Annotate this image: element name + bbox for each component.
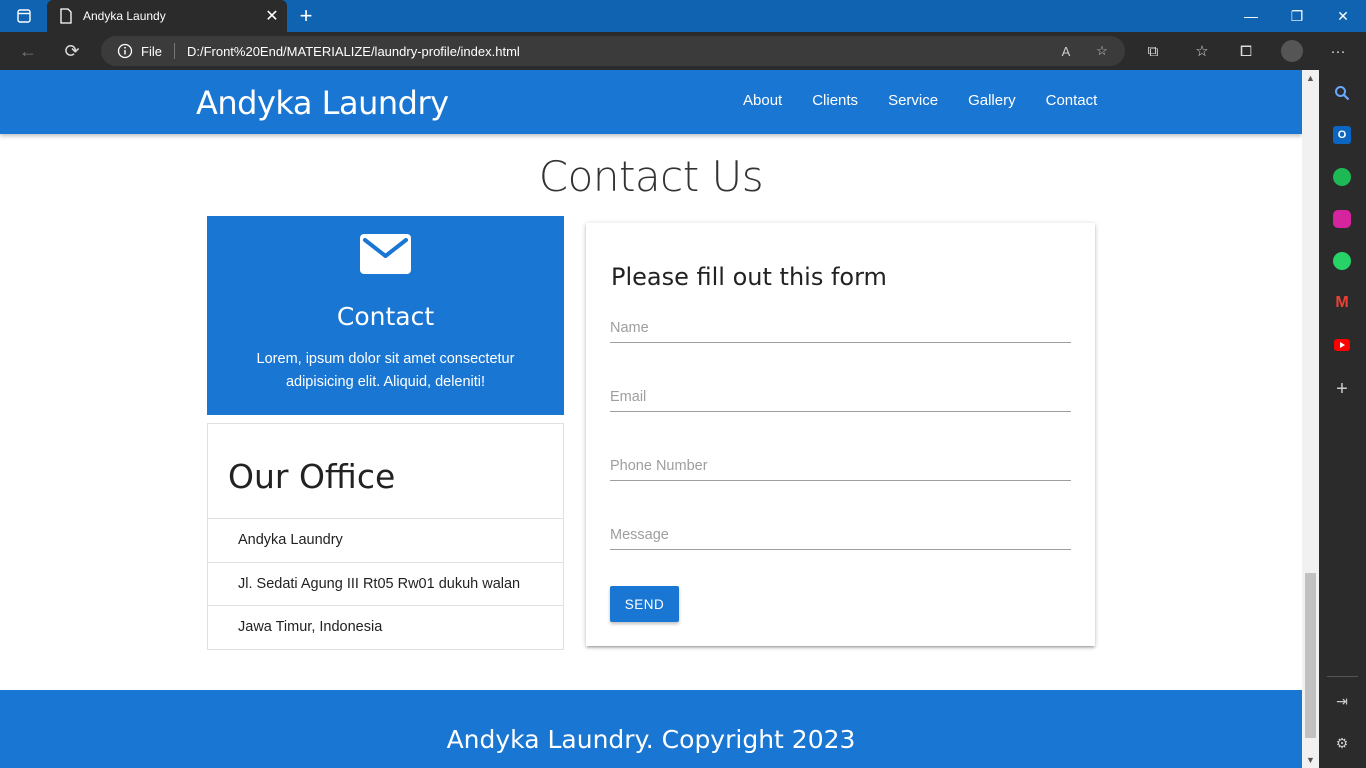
nav-link-service[interactable]: Service xyxy=(873,92,953,109)
collections-icon[interactable]: ⧠ xyxy=(1236,41,1256,61)
profile-avatar[interactable] xyxy=(1281,40,1303,62)
office-row-address: Jl. Sedati Agung III Rt05 Rw01 dukuh wal… xyxy=(208,563,563,606)
page-icon xyxy=(60,8,72,24)
scroll-up-icon[interactable]: ▲ xyxy=(1302,70,1319,86)
settings-gear-icon[interactable]: ⚙ xyxy=(1333,734,1351,752)
page-viewport: Andyka Laundry About Clients Service Gal… xyxy=(0,70,1302,768)
gmail-icon[interactable]: M xyxy=(1333,294,1351,312)
extensions-icon[interactable]: ⧉ xyxy=(1143,41,1163,61)
scroll-down-icon[interactable]: ▼ xyxy=(1302,752,1319,768)
contact-card-text: Lorem, ipsum dolor sit amet consectetur … xyxy=(256,351,515,390)
sidebar-divider xyxy=(1327,676,1358,677)
tab-actions-icon[interactable] xyxy=(9,4,39,28)
contact-card: Contact Lorem, ipsum dolor sit amet cons… xyxy=(207,216,564,415)
nav-link-clients[interactable]: Clients xyxy=(797,92,873,109)
search-icon[interactable] xyxy=(1333,84,1351,102)
office-title: Our Office xyxy=(208,424,563,519)
email-input[interactable] xyxy=(610,382,1071,412)
site-footer: Andyka Laundry. Copyright 2023 xyxy=(0,690,1302,768)
site-navbar: Andyka Laundry About Clients Service Gal… xyxy=(0,70,1302,134)
instagram-icon[interactable] xyxy=(1333,210,1351,228)
brand-logo[interactable]: Andyka Laundry xyxy=(196,84,449,122)
youtube-icon[interactable] xyxy=(1333,336,1351,354)
nav-link-gallery[interactable]: Gallery xyxy=(953,92,1031,109)
more-menu-icon[interactable]: ··· xyxy=(1328,41,1348,61)
info-icon xyxy=(117,43,133,59)
phone-input[interactable] xyxy=(610,451,1071,481)
address-bar: ← ⟳ File D:/Front%20End/MATERIALIZE/laun… xyxy=(0,32,1366,70)
whatsapp-icon[interactable] xyxy=(1333,252,1351,270)
favorites-icon[interactable]: ☆ xyxy=(1192,41,1212,61)
footer-copyright: Andyka Laundry. Copyright 2023 xyxy=(446,725,856,754)
mail-icon xyxy=(360,234,411,274)
contact-form: Please fill out this form SEND xyxy=(586,223,1095,646)
outlook-icon[interactable]: O xyxy=(1333,126,1351,144)
hide-sidebar-icon[interactable]: ⇥ xyxy=(1333,692,1351,710)
url-text[interactable]: D:/Front%20End/MATERIALIZE/laundry-profi… xyxy=(187,44,520,59)
page-scrollbar[interactable]: ▲ ▼ xyxy=(1302,70,1319,768)
browser-tab[interactable]: Andyka Laundy ✕ xyxy=(47,0,287,32)
tab-close-icon[interactable]: ✕ xyxy=(257,6,287,26)
edge-sidebar: O M + ⇥ ⚙ xyxy=(1319,70,1366,768)
restore-icon[interactable]: ❐ xyxy=(1274,0,1320,32)
nav-links: About Clients Service Gallery Contact xyxy=(728,92,1112,109)
favorite-add-icon[interactable]: ☆ xyxy=(1093,42,1111,60)
send-button[interactable]: SEND xyxy=(610,586,679,622)
scroll-thumb[interactable] xyxy=(1305,573,1316,738)
tab-title: Andyka Laundy xyxy=(83,9,166,23)
add-sidebar-app-icon[interactable]: + xyxy=(1333,378,1351,400)
omnibox-divider xyxy=(173,43,175,59)
omnibox[interactable]: File D:/Front%20End/MATERIALIZE/laundry-… xyxy=(101,36,1125,66)
read-aloud-icon[interactable]: A xyxy=(1057,42,1075,60)
browser-tab-bar: Andyka Laundy ✕ + — ❐ ✕ xyxy=(0,0,1366,32)
back-icon[interactable]: ← xyxy=(13,37,43,65)
form-title: Please fill out this form xyxy=(611,263,887,291)
section-title: Contact Us xyxy=(538,152,764,201)
office-list: Our Office Andyka Laundry Jl. Sedati Agu… xyxy=(207,423,564,650)
office-row-name: Andyka Laundry xyxy=(208,519,563,563)
message-input[interactable] xyxy=(610,520,1071,550)
minimize-icon[interactable]: — xyxy=(1228,0,1274,32)
contact-card-title: Contact xyxy=(336,302,435,331)
name-input[interactable] xyxy=(610,313,1071,343)
spotify-icon[interactable] xyxy=(1333,168,1351,186)
refresh-icon[interactable]: ⟳ xyxy=(57,37,87,65)
office-row-region: Jawa Timur, Indonesia xyxy=(238,619,383,635)
new-tab-icon[interactable]: + xyxy=(292,2,320,30)
close-window-icon[interactable]: ✕ xyxy=(1320,0,1366,32)
file-label: File xyxy=(141,43,162,59)
nav-link-contact[interactable]: Contact xyxy=(1031,92,1113,109)
nav-link-about[interactable]: About xyxy=(728,92,797,109)
